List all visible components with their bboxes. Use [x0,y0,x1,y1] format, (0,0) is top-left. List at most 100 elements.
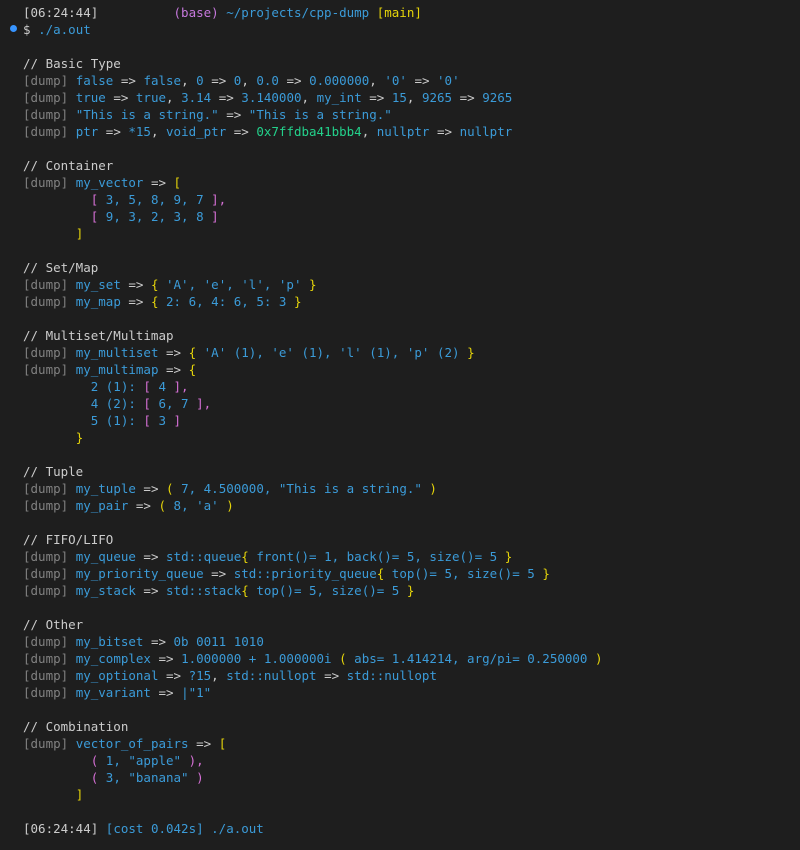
terminal-text: false [75,73,114,88]
terminal-text: => [158,345,189,360]
terminal-text: $ [23,22,39,37]
terminal-text: [ [173,175,182,190]
terminal-text: 6, 7 [150,396,197,411]
terminal-line: [dump] my_variant => |"1" [23,684,211,701]
terminal-text: => [135,481,167,496]
terminal-text: => [429,124,460,139]
terminal-text: my_multiset [75,345,159,360]
terminal-text: => [361,90,392,105]
terminal-text: my_map [75,294,121,309]
terminal-text: => [143,634,174,649]
terminal-text: => [211,90,242,105]
dump-tag: [dump] [23,566,76,581]
terminal-text: , [150,124,167,139]
terminal-text: ), [188,753,204,768]
terminal-line: } [23,429,84,446]
dump-tag: [dump] [23,362,76,377]
terminal-text: 3 [150,413,174,428]
terminal-line: [dump] my_pair => ( 8, 'a' ) [23,497,234,514]
terminal-text: 7, 4.500000, "This is a string." [173,481,430,496]
dump-tag: [dump] [23,498,76,513]
terminal-text: => [188,736,219,751]
terminal-text: ?15 [188,668,212,683]
terminal-text: void_ptr [166,124,227,139]
terminal-text: my_stack [75,583,136,598]
terminal-line: // Set/Map [23,259,98,276]
terminal-text: 3.14 [181,90,212,105]
terminal-text: 1.000000 + 1.000000i [181,651,340,666]
terminal-text: , [166,90,182,105]
terminal-text: { [241,583,249,598]
terminal-line: 4 (2): [ 6, 7 ], [23,395,211,412]
terminal-text: [cost 0.042s] [98,821,212,836]
terminal-line: [ 3, 5, 8, 9, 7 ], [23,191,226,208]
terminal-text: my_priority_queue [75,566,204,581]
terminal-line: [dump] my_multiset => { 'A' (1), 'e' (1)… [23,344,475,361]
terminal-text: nullptr [376,124,430,139]
terminal-text: } [309,277,317,292]
terminal-text: 3, "banana" [98,770,197,785]
terminal-line: [06:24:44] (base) ~/projects/cpp-dump [m… [23,4,422,21]
terminal-text: => [135,549,167,564]
terminal-text: => [105,90,136,105]
dump-tag: [dump] [23,685,76,700]
terminal-text: , [406,90,422,105]
terminal-text: [ [143,413,151,428]
terminal-text: 9265 [482,90,513,105]
terminal-text: '0' [384,73,407,88]
terminal-line: // Combination [23,718,128,735]
terminal-line: [dump] ptr => *15, void_ptr => 0x7ffdba4… [23,123,512,140]
terminal-text: 0 [196,73,204,88]
terminal-text: my_multimap [75,362,159,377]
terminal-text: 4 [150,379,174,394]
terminal-text: true [135,90,167,105]
dump-tag: [dump] [23,107,76,122]
terminal-text: => [406,73,438,88]
terminal-text: 0.000000 [309,73,370,88]
terminal-line: // Container [23,157,113,174]
terminal-output[interactable]: [06:24:44] (base) ~/projects/cpp-dump [m… [0,0,800,850]
terminal-text: ] [75,787,84,802]
terminal-line: [dump] "This is a string." => "This is a… [23,106,392,123]
terminal-text: ] [173,413,182,428]
terminal-text: 9, 3, 2, 3, 8 [98,209,212,224]
terminal-text: => [120,294,151,309]
terminal-text: // Multiset/Multimap [23,328,174,343]
terminal-text: top()= 5, size()= 5 [248,583,407,598]
terminal-text: my_int [316,90,362,105]
dump-tag: [dump] [23,175,76,190]
terminal-text: => [113,73,144,88]
terminal-text: ) [429,481,437,496]
terminal-text: |"1" [181,685,212,700]
terminal-text: my_tuple [75,481,136,496]
terminal-text: (base) [173,5,219,20]
terminal-text: 9265 [421,90,453,105]
terminal-text: [06:24:44] [23,821,99,836]
terminal-text: 8, 'a' [166,498,227,513]
terminal-text: ./a.out [38,22,91,37]
terminal-line: [dump] my_bitset => 0b 0011 1010 [23,633,264,650]
terminal-text: [ [218,736,227,751]
terminal-text: [06:24:44] [23,5,99,20]
terminal-text: my_bitset [75,634,144,649]
terminal-text: ], [173,379,189,394]
terminal-text: => [218,107,249,122]
terminal-text: ./a.out [211,821,264,836]
terminal-text: { [188,345,197,360]
terminal-text: ], [211,192,227,207]
terminal-line: 5 (1): [ 3 ] [23,412,181,429]
terminal-line: // FIFO/LIFO [23,531,113,548]
terminal-text: => [143,175,174,190]
terminal-text: ptr [75,124,99,139]
dump-tag: [dump] [23,277,76,292]
dump-tag: [dump] [23,668,76,683]
terminal-line: [dump] my_stack => std::stack{ top()= 5,… [23,582,414,599]
terminal-text: , [301,90,317,105]
